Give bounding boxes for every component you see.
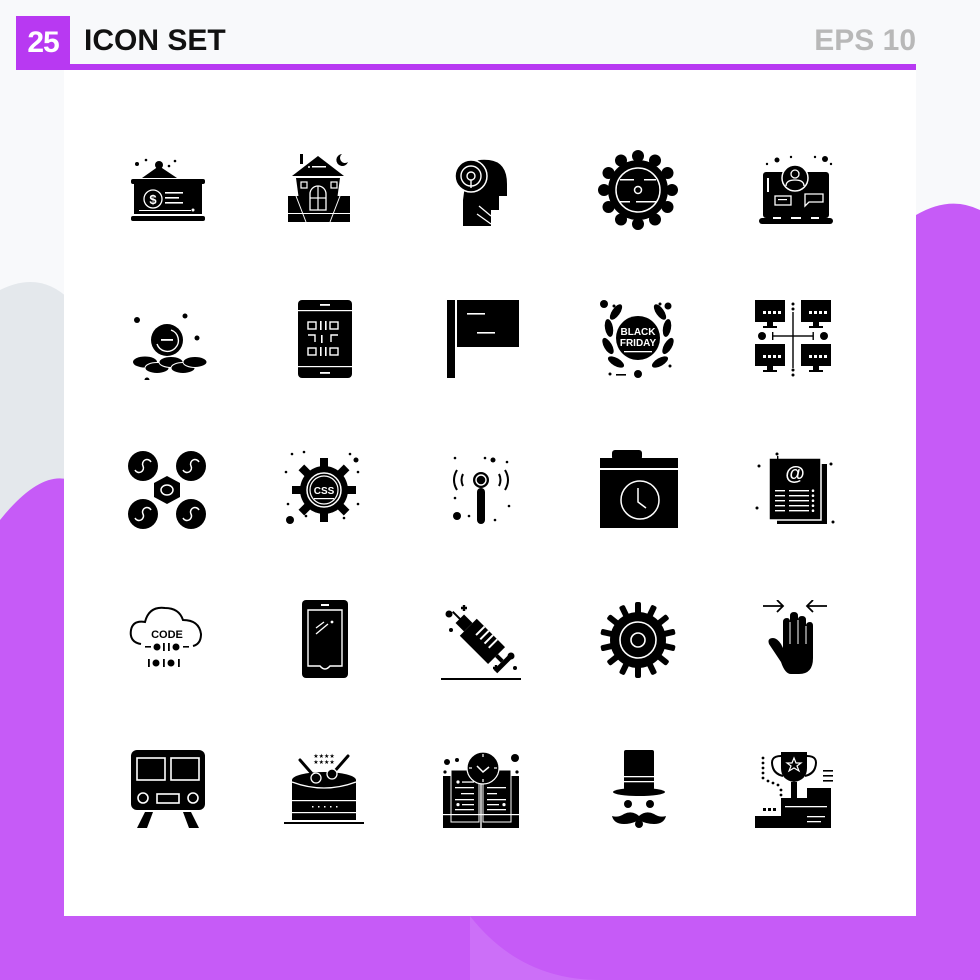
hand-pinch-icon xyxy=(763,600,827,674)
purple-blob-left xyxy=(0,478,70,980)
train-front-icon xyxy=(131,750,205,828)
icon-cell[interactable]: ★★★★ ★★★★ xyxy=(284,750,364,830)
money-house-icon: $ xyxy=(131,158,205,221)
purple-blob-right xyxy=(916,203,980,980)
page-title: ICON SET xyxy=(84,24,226,57)
icon-cell[interactable] xyxy=(127,750,207,830)
gear-settings-icon xyxy=(598,150,678,230)
icon-cell[interactable] xyxy=(598,150,678,230)
icon-cell[interactable]: $ xyxy=(127,150,207,230)
icon-count-badge: 25 xyxy=(16,16,70,70)
icon-cell[interactable] xyxy=(598,450,678,530)
coin-stones-icon xyxy=(133,313,207,380)
computer-network-icon xyxy=(755,300,831,377)
book-clock-icon xyxy=(443,751,519,828)
icon-cell[interactable] xyxy=(755,600,835,680)
icon-cell[interactable] xyxy=(598,750,678,830)
cog-wheel-icon xyxy=(600,602,676,678)
icon-cell[interactable] xyxy=(441,450,521,530)
icon-cell[interactable] xyxy=(441,150,521,230)
css-gear-icon: CSS xyxy=(284,450,360,524)
qr-phone-icon xyxy=(298,300,352,378)
syringe-icon xyxy=(441,605,521,680)
signal-antenna-icon xyxy=(453,456,511,524)
icon-cell[interactable] xyxy=(127,300,207,380)
icon-cell[interactable]: CODE xyxy=(127,600,207,680)
top-hat-mustache-icon xyxy=(612,750,666,828)
icon-grid: $ BLACK FRIDAY CSS @ CODE ★★★★ ★★★★ xyxy=(127,150,847,830)
header-divider xyxy=(16,64,916,70)
svg-text:$: $ xyxy=(149,192,157,207)
icon-cell[interactable]: BLACK FRIDAY xyxy=(598,300,678,380)
icon-cell[interactable] xyxy=(755,150,835,230)
icon-cell[interactable] xyxy=(441,300,521,380)
black-friday-badge-icon: BLACK FRIDAY xyxy=(600,300,674,378)
email-document-icon: @ xyxy=(755,452,835,524)
icon-cell[interactable] xyxy=(284,300,364,380)
icon-cell[interactable] xyxy=(755,300,835,380)
format-label: EPS 10 xyxy=(814,24,916,57)
at-sign-text: @ xyxy=(785,463,805,485)
icon-cell[interactable] xyxy=(598,600,678,680)
mind-maze-icon xyxy=(454,159,507,226)
icon-cell[interactable] xyxy=(441,750,521,830)
drum-icon: ★★★★ ★★★★ xyxy=(284,753,364,824)
svg-text:★★★★: ★★★★ xyxy=(313,759,335,766)
folder-clock-icon xyxy=(600,450,678,528)
icon-cell[interactable]: @ xyxy=(755,450,835,530)
icon-cell[interactable] xyxy=(127,450,207,530)
code-cloud-icon: CODE xyxy=(129,606,203,667)
trophy-podium-icon xyxy=(755,752,833,828)
icon-cell[interactable] xyxy=(755,750,835,830)
haunted-house-icon xyxy=(288,154,350,223)
black-friday-text-2: FRIDAY xyxy=(620,338,657,349)
icon-cell[interactable]: CSS xyxy=(284,450,364,530)
css-text: CSS xyxy=(314,486,335,497)
icon-cell[interactable] xyxy=(284,600,364,680)
icon-cell[interactable] xyxy=(284,150,364,230)
code-text: CODE xyxy=(151,629,183,641)
header: 25 ICON SET EPS 10 xyxy=(16,16,916,70)
smartphone-icon xyxy=(302,600,348,678)
online-consultant-icon xyxy=(759,155,833,224)
black-friday-text-1: BLACK xyxy=(621,327,657,338)
drone-infinity-icon xyxy=(128,451,206,529)
flag-icon xyxy=(447,300,519,378)
icon-cell[interactable] xyxy=(441,600,521,680)
